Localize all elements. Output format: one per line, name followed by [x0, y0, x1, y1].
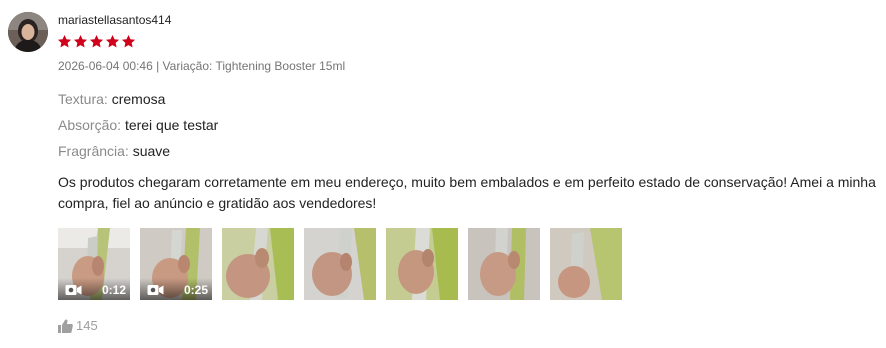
attribute-absorption: Absorção: terei que testar: [58, 116, 218, 134]
media-gallery: 0:12 0:25: [58, 228, 622, 300]
media-video-thumbnail[interactable]: 0:12: [58, 228, 130, 300]
reviewer-username[interactable]: mariastellasantos414: [58, 12, 171, 28]
attribute-value: suave: [132, 143, 171, 159]
media-video-thumbnail[interactable]: 0:25: [140, 228, 212, 300]
review-comment: Os produtos chegaram corretamente em meu…: [58, 174, 876, 211]
star-icon: [57, 34, 72, 48]
like-count: 145: [76, 318, 98, 333]
avatar[interactable]: [8, 12, 48, 52]
media-image-thumbnail[interactable]: [304, 228, 376, 300]
variation-value: Tightening Booster 15ml: [215, 59, 346, 73]
star-icon: [121, 34, 136, 48]
attribute-texture: Textura: cremosa: [58, 90, 165, 108]
product-photo: [550, 228, 622, 300]
star-icon: [73, 34, 88, 48]
attribute-key: Fragrância:: [58, 143, 129, 159]
product-photo: [386, 228, 458, 300]
star-icon: [89, 34, 104, 48]
video-camera-icon: [147, 285, 164, 295]
review-meta: 2026-06-04 00:46 | Variação: Tightening …: [58, 59, 345, 73]
thumbs-up-icon: [58, 319, 73, 333]
product-photo: [468, 228, 540, 300]
media-image-thumbnail[interactable]: [550, 228, 622, 300]
attribute-value: cremosa: [111, 91, 166, 107]
product-photo: [222, 228, 294, 300]
rating-stars: [57, 34, 136, 50]
product-photo: [304, 228, 376, 300]
star-icon: [105, 34, 120, 48]
review-date: 2026-06-04 00:46: [58, 59, 153, 73]
media-image-thumbnail[interactable]: [386, 228, 458, 300]
variation-label: Variação:: [162, 59, 213, 73]
video-duration: 0:25: [183, 283, 208, 297]
media-image-thumbnail[interactable]: [468, 228, 540, 300]
attribute-key: Textura:: [58, 91, 108, 107]
meta-separator: |: [152, 59, 163, 73]
like-button[interactable]: 145: [58, 318, 98, 334]
video-duration: 0:12: [101, 283, 126, 297]
media-image-thumbnail[interactable]: [222, 228, 294, 300]
attribute-value: terei que testar: [124, 117, 219, 133]
video-camera-icon: [65, 285, 82, 295]
attribute-key: Absorção:: [58, 117, 122, 133]
attribute-fragrance: Fragrância: suave: [58, 142, 170, 160]
